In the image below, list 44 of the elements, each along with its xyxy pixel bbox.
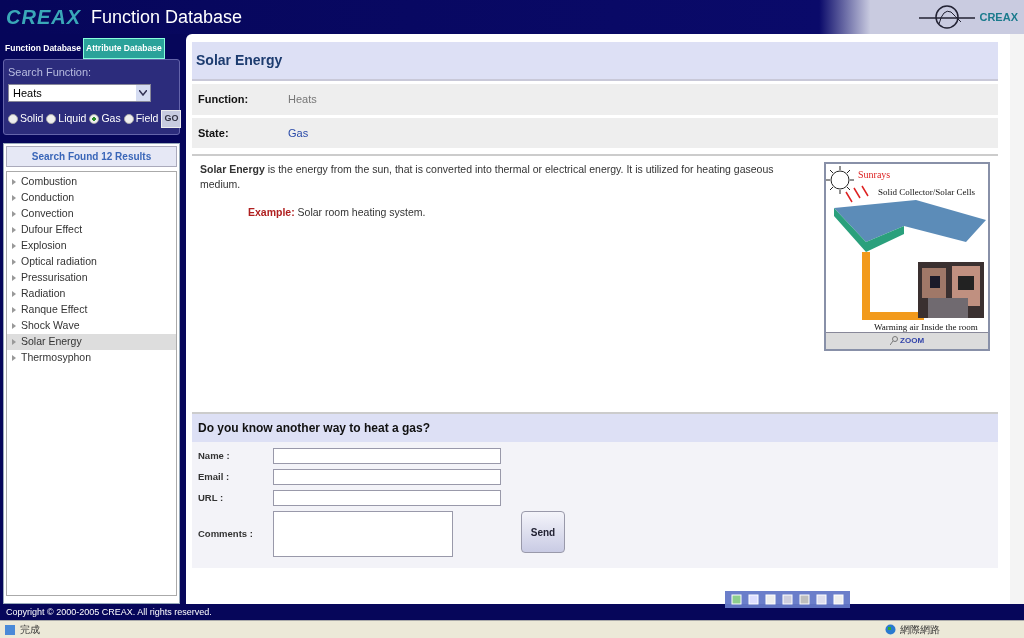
field-label: State: xyxy=(198,125,230,141)
field-label: Email : xyxy=(198,469,231,484)
copyright-text: Copyright © 2000-2005 CREAX. All rights reserved. xyxy=(0,604,1024,620)
function-select[interactable]: Heats xyxy=(8,84,151,103)
radio-label: Liquid xyxy=(58,111,87,127)
field-value: Heats xyxy=(288,92,317,107)
send-button[interactable]: Send xyxy=(521,511,565,553)
logo: CREAX xyxy=(6,5,81,30)
logo-text: CREAX xyxy=(979,9,1018,25)
result-item[interactable]: Radiation xyxy=(7,285,176,302)
diagram-label: Solid Collector/Solar Cells xyxy=(878,187,975,197)
result-item[interactable]: Convection xyxy=(7,205,176,222)
result-item[interactable]: Combustion xyxy=(7,173,176,190)
detail-title: Solar Energy xyxy=(192,42,998,81)
result-item[interactable]: Thermosyphon xyxy=(7,349,176,366)
zoom-link[interactable]: ZOOM xyxy=(826,332,988,349)
result-item[interactable]: Shock Wave xyxy=(7,317,176,334)
field-label: Comments : xyxy=(198,526,254,541)
result-item[interactable]: Pressurisation xyxy=(7,269,176,286)
select-value: Heats xyxy=(13,86,42,101)
field-label: Function: xyxy=(198,92,250,107)
result-item[interactable]: Dufour Effect xyxy=(7,221,176,238)
diagram-label: Warming air Inside the room xyxy=(874,322,978,332)
go-button[interactable]: GO xyxy=(161,110,182,128)
radio-label: Gas xyxy=(101,111,121,127)
result-item[interactable]: Conduction xyxy=(7,189,176,206)
result-item[interactable]: Solar Energy xyxy=(7,333,176,350)
page-title: Function Database xyxy=(91,5,243,29)
field-label: URL : xyxy=(198,490,225,505)
result-item[interactable]: Ranque Effect xyxy=(7,301,176,318)
form-title: Do you know another way to heat a gas? xyxy=(192,414,998,442)
result-item[interactable]: Explosion xyxy=(7,237,176,254)
radio-label: Solid xyxy=(20,111,44,127)
field-label: Name : xyxy=(198,448,231,463)
results-heading: Search Found 12 Results xyxy=(6,145,177,167)
field-link[interactable]: Gas xyxy=(288,124,309,141)
radio-label: Field xyxy=(135,111,159,127)
zone-text: 網際網路 xyxy=(900,623,940,637)
diagram-label: Sunrays xyxy=(858,169,891,180)
status-text: 完成 xyxy=(20,623,40,637)
result-item[interactable]: Optical radiation xyxy=(7,253,176,270)
description: Solar Energy is the energy from the sun, that is converted into thermal or electrical energy. It is utilized for heating gaseous medium. xyxy=(200,162,775,192)
search-label: Search Function: xyxy=(8,64,93,80)
example-text: Example: Solar room heating system. xyxy=(248,205,427,221)
